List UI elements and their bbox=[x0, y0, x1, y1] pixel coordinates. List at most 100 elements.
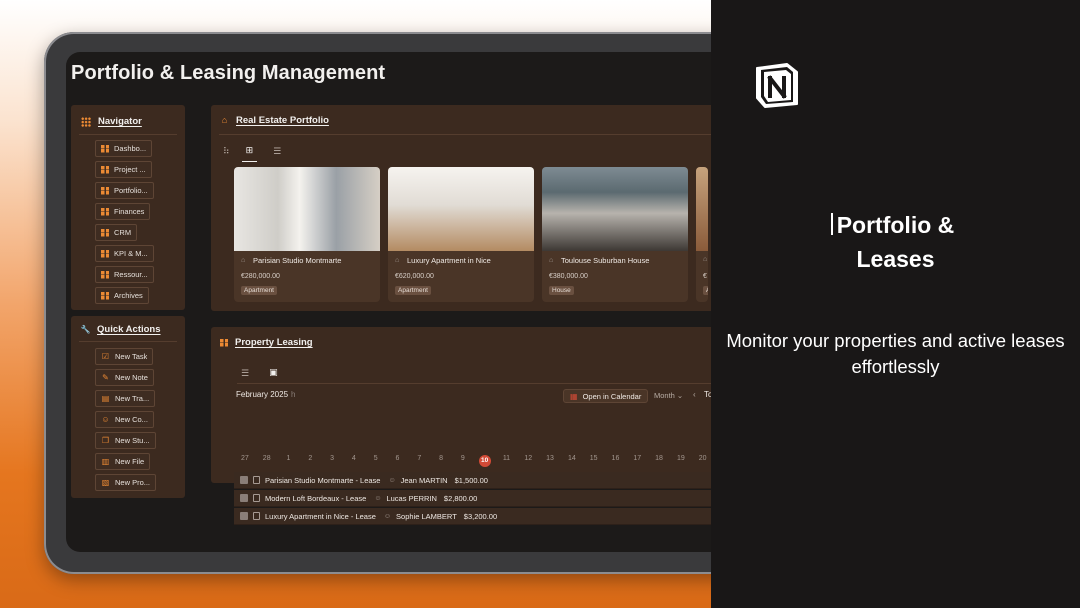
person-icon: ☺ bbox=[388, 476, 396, 484]
calendar-date[interactable]: 18 bbox=[648, 455, 670, 467]
tab-list-view[interactable]: ☰ bbox=[237, 366, 253, 384]
promo-title-line1: Portfolio & bbox=[836, 212, 955, 238]
navigator-item[interactable]: Archives bbox=[95, 287, 149, 304]
quick-action-label: New Stu... bbox=[115, 436, 150, 445]
navigator-item-label: Ressour... bbox=[114, 270, 148, 279]
calendar-date[interactable]: 1 bbox=[278, 455, 300, 467]
calendar-date[interactable]: 6 bbox=[387, 455, 409, 467]
page-title: Portfolio & Leasing Management bbox=[71, 62, 386, 84]
house-icon: ⌂ bbox=[549, 257, 554, 264]
lease-name: Modern Loft Bordeaux - Lease bbox=[265, 493, 367, 503]
document-icon bbox=[253, 476, 260, 484]
navigator-item-label: Project ... bbox=[114, 165, 146, 174]
drag-handle-icon[interactable]: ⠷ bbox=[223, 144, 230, 162]
quick-action-button[interactable]: ☑ New Task bbox=[95, 348, 154, 365]
property-name: Toulouse Suburban House bbox=[561, 256, 650, 265]
grid-icon bbox=[81, 116, 91, 127]
lease-row[interactable]: Modern Loft Bordeaux - Lease ☺ Lucas PERRI… bbox=[234, 490, 711, 507]
page-icon bbox=[101, 207, 109, 216]
prev-month-button[interactable]: ‹ bbox=[693, 390, 696, 399]
quick-action-button[interactable]: ▧ New Pro... bbox=[95, 474, 157, 491]
calendar-month: February 2025 h bbox=[236, 390, 295, 399]
calendar-icon: ▦ bbox=[570, 391, 578, 401]
page-icon bbox=[101, 186, 109, 195]
calendar-date-label: 18 bbox=[655, 455, 663, 462]
calendar-date-label: 13 bbox=[546, 455, 554, 462]
calendar-date[interactable]: 11 bbox=[496, 455, 518, 467]
property-name-row: ⌂ bbox=[703, 256, 708, 263]
tab-calendar-view[interactable]: ▣ bbox=[265, 365, 282, 384]
pencil-icon: ✎ bbox=[102, 372, 109, 382]
property-type-tag: A bbox=[703, 286, 708, 295]
calendar-date[interactable]: 5 bbox=[365, 455, 387, 467]
navigator-item[interactable]: Dashbo... bbox=[95, 140, 153, 157]
calendar-date[interactable]: 3 bbox=[321, 455, 343, 467]
navigator-item[interactable]: Project ... bbox=[95, 161, 152, 178]
file-icon: ▥ bbox=[101, 456, 110, 466]
property-type-tag: Apartment bbox=[241, 286, 277, 295]
calendar-date-label: 1 bbox=[286, 455, 291, 462]
calendar-date[interactable]: 17 bbox=[626, 455, 648, 467]
quick-actions-title[interactable]: Quick Actions bbox=[97, 324, 161, 335]
quick-action-label: New File bbox=[115, 457, 145, 466]
calendar-date[interactable]: 9 bbox=[452, 455, 474, 467]
portfolio-title[interactable]: Real Estate Portfolio bbox=[236, 115, 329, 126]
lease-row[interactable]: Luxury Apartment in Nice - Lease ☺ Sophie … bbox=[234, 508, 711, 525]
page-icon bbox=[101, 144, 109, 153]
quick-action-button[interactable]: ▤ New Tra... bbox=[95, 390, 156, 407]
leasing-panel: Property Leasing ☰ ▣ February 2025 h ▦ O… bbox=[211, 327, 766, 525]
leasing-title[interactable]: Property Leasing bbox=[235, 337, 313, 348]
navigator-item[interactable]: CRM bbox=[95, 224, 138, 241]
calendar-date[interactable]: 4 bbox=[343, 455, 365, 467]
navigator-item[interactable]: Ressour... bbox=[95, 266, 154, 283]
calendar-date-label: 20 bbox=[698, 455, 707, 462]
calendar-date[interactable]: 27 bbox=[234, 455, 256, 467]
tab-gallery-view[interactable]: ⊞ bbox=[241, 143, 258, 162]
navigator-item[interactable]: Portfolio... bbox=[95, 182, 154, 199]
calendar-date[interactable]: 10 bbox=[474, 455, 496, 467]
calendar-date[interactable]: 28 bbox=[256, 455, 278, 467]
property-card[interactable]: ⌂ Toulouse Suburban House €380,000.00 House bbox=[542, 167, 688, 302]
calendar-date-label: 17 bbox=[633, 455, 642, 462]
month-select[interactable]: Month ⌄ bbox=[654, 391, 683, 400]
quick-action-button[interactable]: ❐ New Stu... bbox=[95, 432, 156, 449]
portfolio-cards: ⌂ Parisian Studio Montmarte €280,000.00 Apa… bbox=[234, 167, 708, 302]
quick-action-button[interactable]: ✎ New Note bbox=[95, 369, 154, 386]
calendar-date[interactable]: 8 bbox=[430, 455, 452, 467]
property-photo bbox=[696, 167, 708, 251]
quick-action-label: New Task bbox=[115, 352, 148, 361]
calendar-date[interactable]: 15 bbox=[583, 455, 605, 467]
quick-action-label: New Note bbox=[115, 373, 148, 382]
money-icon: ▤ bbox=[101, 393, 110, 403]
promo-title-line2: Leases bbox=[856, 246, 935, 272]
calendar-date[interactable]: 14 bbox=[561, 455, 583, 467]
calendar-date[interactable]: 7 bbox=[408, 455, 430, 467]
quick-action-button[interactable]: ▥ New File bbox=[95, 453, 151, 470]
property-card[interactable]: ⌂ Luxury Apartment in Nice €620,000.00 Apar… bbox=[388, 167, 534, 302]
calendar-date[interactable]: 12 bbox=[517, 455, 539, 467]
navigator-item[interactable]: Finances bbox=[95, 203, 151, 220]
property-price: €280,000.00 bbox=[241, 273, 280, 280]
tab-list-view[interactable]: ☰ bbox=[269, 144, 285, 162]
open-calendar-button[interactable]: ▦ Open in Calendar bbox=[563, 389, 649, 403]
calendar-date-label: 9 bbox=[460, 455, 465, 462]
property-card[interactable]: ⌂ Parisian Studio Montmarte €280,000.00 Apa… bbox=[234, 167, 380, 302]
quick-actions-header: 🔧 Quick Actions bbox=[81, 324, 161, 335]
property-type-tag: Apartment bbox=[395, 286, 431, 295]
expand-icon[interactable] bbox=[240, 512, 248, 520]
lease-row[interactable]: Parisian Studio Montmarte - Lease ☺ Jean M… bbox=[234, 472, 711, 489]
property-photo bbox=[542, 167, 688, 251]
calendar-date[interactable]: 16 bbox=[605, 455, 627, 467]
navigator-title[interactable]: Navigator bbox=[98, 116, 142, 127]
property-photo bbox=[388, 167, 534, 251]
property-photo bbox=[234, 167, 380, 251]
expand-icon[interactable] bbox=[240, 494, 248, 502]
quick-actions-list: ☑ New Task ✎ New Note ▤ New Tra... ☺ New Co... ❐… bbox=[95, 348, 157, 491]
navigator-item[interactable]: KPI & M... bbox=[95, 245, 154, 262]
calendar-date[interactable]: 2 bbox=[299, 455, 321, 467]
property-card[interactable]: ⌂ € A bbox=[696, 167, 708, 302]
quick-action-button[interactable]: ☺ New Co... bbox=[95, 411, 154, 428]
calendar-date[interactable]: 13 bbox=[539, 455, 561, 467]
expand-icon[interactable] bbox=[240, 476, 248, 484]
calendar-date[interactable]: 19 bbox=[670, 455, 692, 467]
